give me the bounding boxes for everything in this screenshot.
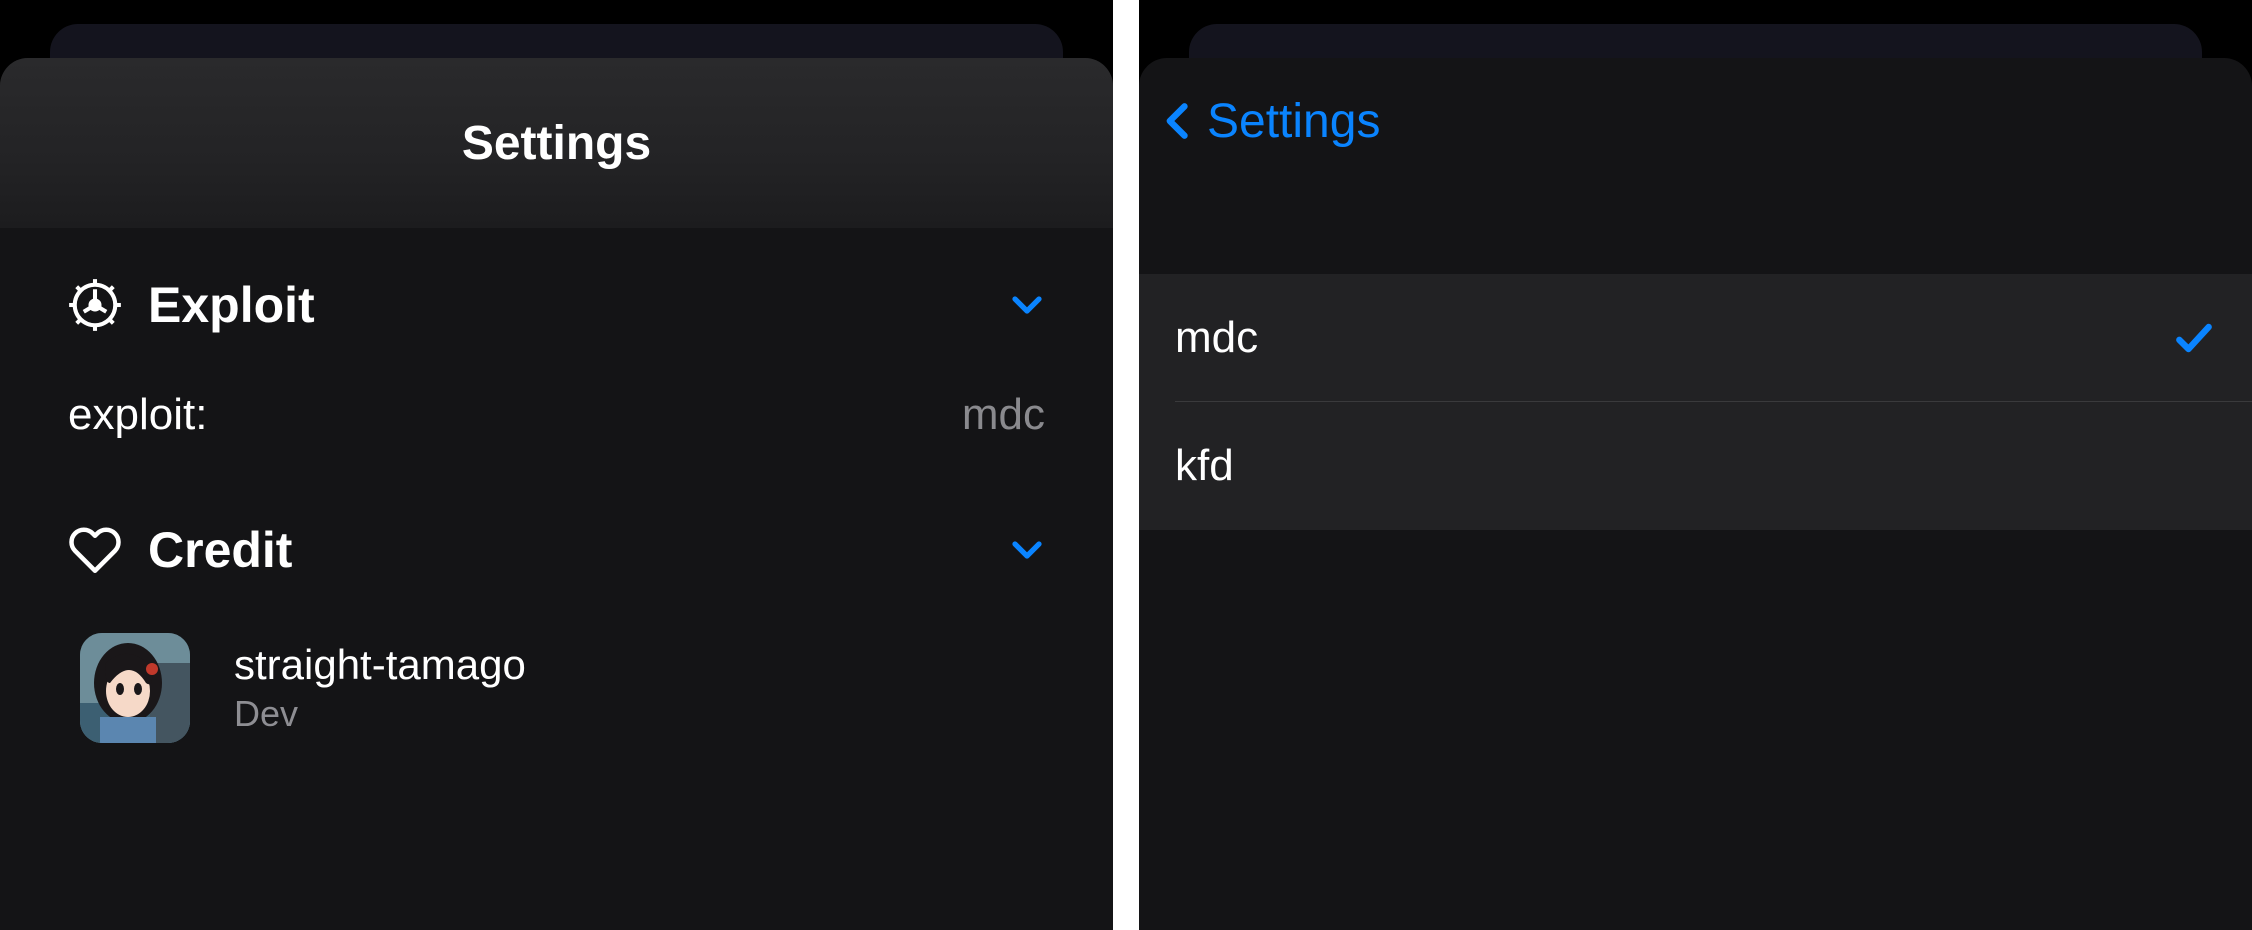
pane-divider (1113, 0, 1139, 930)
section-title-credit: Credit (148, 521, 1009, 579)
detail-sheet: Settings mdc kfd (1139, 58, 2252, 930)
option-label: kfd (1175, 441, 2216, 491)
sheet-stack: Settings mdc kfd (1139, 0, 2252, 930)
section-title-exploit: Exploit (148, 276, 1009, 334)
option-row-kfd[interactable]: kfd (1139, 402, 2252, 530)
settings-main-pane: Settings (0, 0, 1113, 930)
checkmark-icon (2172, 316, 2216, 360)
setting-value-exploit: mdc (962, 390, 1045, 440)
setting-label-exploit: exploit: (68, 390, 962, 440)
credit-texts: straight-tamago Dev (234, 641, 526, 735)
credit-name: straight-tamago (234, 641, 526, 689)
settings-sheet: Settings (0, 58, 1113, 930)
back-button[interactable]: Settings (1157, 93, 1380, 149)
credit-row[interactable]: straight-tamago Dev (0, 607, 1113, 743)
settings-content: Exploit exploit: mdc (0, 228, 1113, 743)
heart-icon (68, 523, 122, 577)
option-label: mdc (1175, 313, 2172, 363)
section-header-exploit[interactable]: Exploit (0, 228, 1113, 362)
settings-detail-pane: Settings mdc kfd (1139, 0, 2252, 930)
credit-role: Dev (234, 693, 526, 735)
page-title: Settings (462, 116, 651, 171)
chevron-down-icon (1009, 287, 1045, 323)
chevron-down-icon (1009, 532, 1045, 568)
setting-row-exploit[interactable]: exploit: mdc (0, 362, 1113, 495)
gear-icon (68, 278, 122, 332)
back-label: Settings (1207, 94, 1380, 149)
sheet-stack: Settings (0, 0, 1113, 930)
option-row-mdc[interactable]: mdc (1139, 274, 2252, 402)
avatar (80, 633, 190, 743)
navigation-header: Settings (1139, 58, 2252, 184)
options-list: mdc kfd (1139, 274, 2252, 530)
navigation-header: Settings (0, 58, 1113, 228)
section-header-credit[interactable]: Credit (0, 495, 1113, 607)
chevron-left-icon (1157, 93, 1201, 149)
